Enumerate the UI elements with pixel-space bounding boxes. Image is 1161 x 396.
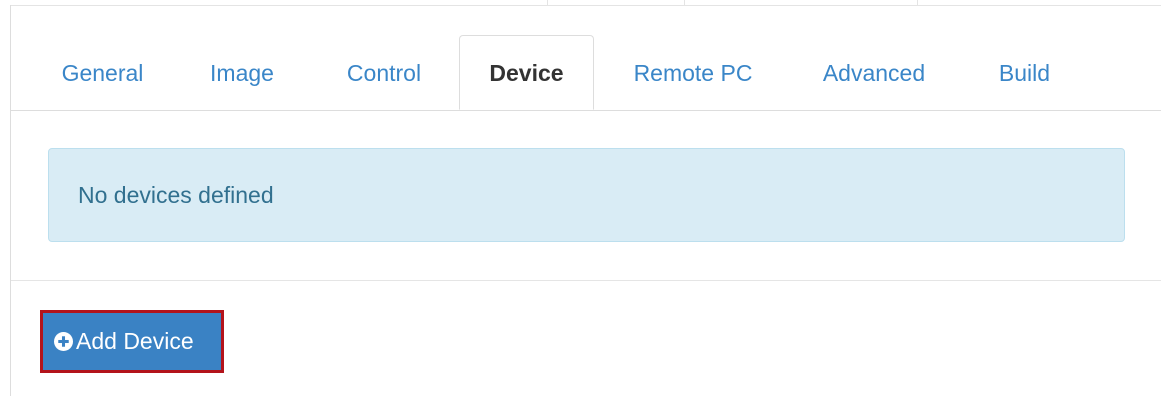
add-device-label: Add Device — [76, 328, 194, 354]
tab-general[interactable]: General — [46, 35, 159, 110]
add-device-button[interactable]: Add Device — [40, 310, 224, 373]
tab-label: Image — [210, 60, 274, 86]
tab-label: Build — [998, 60, 1051, 86]
tab-label: General — [61, 60, 144, 86]
tab-label: Remote PC — [633, 60, 753, 86]
tab-device[interactable]: Device — [459, 35, 594, 110]
tab-control[interactable]: Control — [331, 35, 437, 110]
alert-message: No devices defined — [78, 182, 274, 208]
tab-advanced[interactable]: Advanced — [807, 35, 941, 110]
tab-build[interactable]: Build — [980, 35, 1069, 110]
plus-circle-icon — [54, 332, 73, 351]
settings-panel: General Image Control Device Remote PC A… — [10, 5, 1161, 396]
no-devices-alert: No devices defined — [48, 148, 1125, 242]
tab-bar: General Image Control Device Remote PC A… — [11, 35, 1161, 111]
tab-label: Device — [489, 60, 564, 86]
tab-remote-pc[interactable]: Remote PC — [619, 35, 767, 110]
tab-label: Control — [346, 60, 422, 86]
tab-image[interactable]: Image — [196, 35, 288, 110]
device-settings-page: General Image Control Device Remote PC A… — [0, 0, 1161, 396]
tab-label: Advanced — [822, 60, 926, 86]
section-divider — [11, 280, 1161, 281]
